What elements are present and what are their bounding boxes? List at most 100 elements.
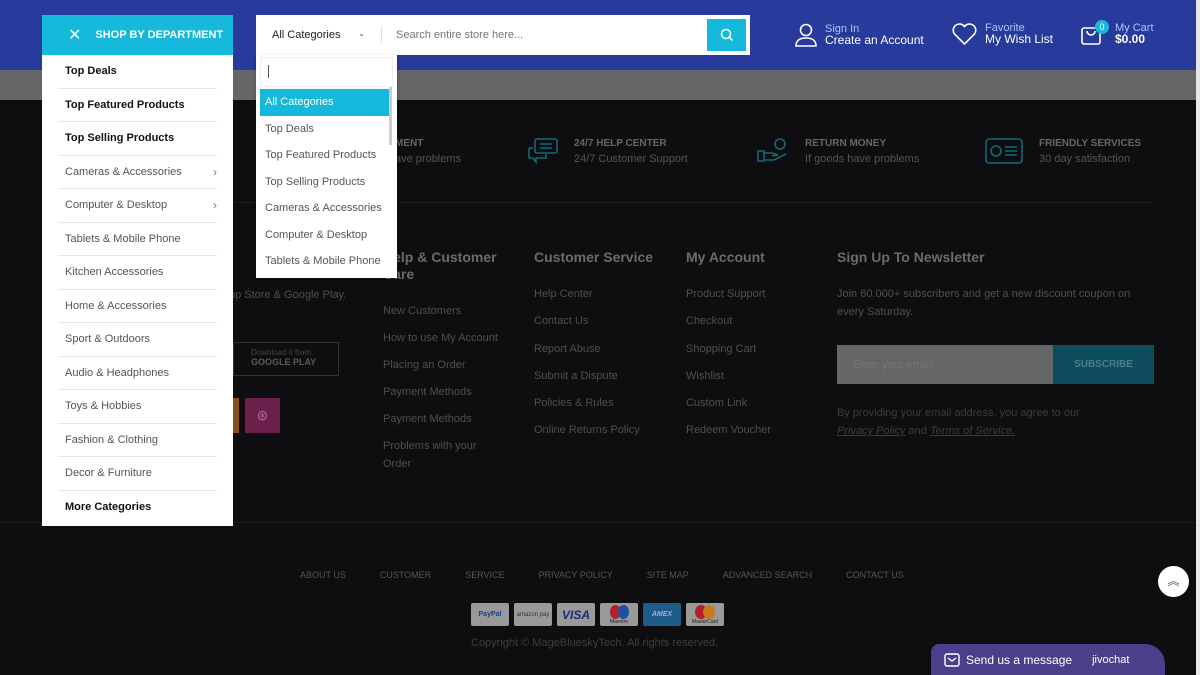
category-option[interactable]: Top Featured Products xyxy=(256,142,397,169)
footer-link[interactable]: Product Support xyxy=(686,285,826,303)
menu-item-label: Home & Accessories xyxy=(65,299,167,312)
menu-item[interactable]: Audio & Headphones xyxy=(58,357,217,390)
category-option[interactable]: Tablets & Mobile Phone xyxy=(256,248,397,275)
newsletter-note: By providing your email address, you agr… xyxy=(837,407,1080,419)
menu-item-label: Kitchen Accessories xyxy=(65,266,164,279)
footer-link[interactable]: Online Returns Policy xyxy=(534,421,674,439)
footer-link[interactable]: Placing an Order xyxy=(383,356,513,374)
menu-item[interactable]: Tablets & Mobile Phone xyxy=(58,223,217,256)
menu-item-label: Toys & Hobbies xyxy=(65,400,142,413)
footer-link[interactable]: Redeem Voucher xyxy=(686,421,826,439)
and-text: and xyxy=(908,425,927,437)
visa-icon: VISA xyxy=(557,603,595,626)
footer-link[interactable]: Policies & Rules xyxy=(534,394,674,412)
chat-widget[interactable]: Send us a message jivochat xyxy=(931,644,1165,675)
newsletter: Sign Up To Newsletter Join 60.000+ subsc… xyxy=(837,249,1154,440)
dropdown-scrollbar[interactable] xyxy=(389,87,392,145)
footer-link[interactable]: Wishlist xyxy=(686,367,826,385)
menu-item[interactable]: Home & Accessories xyxy=(58,290,217,323)
footer-link[interactable]: Custom Link xyxy=(686,394,826,412)
footer-link[interactable]: Submit a Dispute xyxy=(534,367,674,385)
menu-item[interactable]: Toys & Hobbies xyxy=(58,390,217,424)
menu-item-label: Top Selling Products xyxy=(65,132,175,145)
category-option[interactable]: Top Deals xyxy=(256,116,397,143)
terms-link[interactable]: Terms of Service. xyxy=(930,425,1015,437)
footer-link[interactable]: Payment Methods xyxy=(383,383,513,401)
bottom-link[interactable]: CONTACT US xyxy=(846,570,904,580)
amex-icon: AMEX xyxy=(643,603,681,626)
category-option[interactable]: Cameras & Accessories xyxy=(256,195,397,222)
search-icon xyxy=(720,28,733,42)
subscribe-button[interactable]: SUBSCRIBE xyxy=(1053,345,1154,384)
search-input[interactable] xyxy=(382,29,707,41)
category-option[interactable]: All Categories xyxy=(260,89,389,116)
scroll-top-button[interactable]: ︽ xyxy=(1158,566,1189,597)
search-button[interactable] xyxy=(707,19,746,51)
category-filter-input[interactable] xyxy=(260,57,393,87)
bottom-links: ABOUT US CUSTOMER SERVICE PRIVACY POLICY… xyxy=(300,570,904,580)
footer-link[interactable]: Shopping Cart xyxy=(686,340,826,358)
menu-item-label: Audio & Headphones xyxy=(65,366,169,379)
menu-item[interactable]: Kitchen Accessories xyxy=(58,256,217,290)
footer-link[interactable]: Help Center xyxy=(534,285,674,303)
footer-link[interactable]: How to use My Account xyxy=(383,329,513,347)
footer-link[interactable]: Report Abuse xyxy=(534,340,674,358)
app-store-text: pp Store & Google Play. xyxy=(229,289,347,301)
bottom-link[interactable]: SERVICE xyxy=(465,570,504,580)
menu-item[interactable]: Top Featured Products xyxy=(58,89,217,122)
feature-title: MENT xyxy=(395,138,424,149)
page-scrollbar[interactable] xyxy=(1196,0,1200,675)
feature-sub: 24/7 Customer Support xyxy=(574,153,688,165)
bottom-link[interactable]: PRIVACY POLICY xyxy=(539,570,613,580)
footer-link[interactable]: New Customers xyxy=(383,302,513,320)
mail-icon xyxy=(944,652,960,667)
department-menu-header[interactable]: ✕ SHOP BY DEPARTMENT xyxy=(42,15,233,55)
google-play-button[interactable]: Download it from GOOGLE PLAY xyxy=(233,342,339,376)
category-option[interactable]: Computer & Desktop xyxy=(256,222,397,249)
chevron-right-icon: › xyxy=(213,164,217,179)
bottom-link[interactable]: ABOUT US xyxy=(300,570,346,580)
footer-link[interactable]: Checkout xyxy=(686,312,826,330)
feature-sub: ave problems xyxy=(395,153,462,165)
feature-title: RETURN MONEY xyxy=(805,138,887,149)
copyright: Copyright © MageBlueskyTech. All rights … xyxy=(471,637,719,649)
email-input[interactable] xyxy=(837,345,1053,384)
category-select[interactable]: All Categories ⌄ xyxy=(256,29,381,41)
feature-sub: If goods have problems xyxy=(805,153,920,165)
category-option[interactable]: Top Selling Products xyxy=(256,169,397,196)
menu-item[interactable]: More Categories xyxy=(58,491,217,525)
footer-link[interactable]: Payment Methods xyxy=(383,410,513,428)
bottom-link[interactable]: SITE MAP xyxy=(647,570,689,580)
cart-link[interactable]: My Cart $0.00 xyxy=(1081,23,1154,45)
chevron-down-icon: ⌄ xyxy=(358,29,365,38)
google-play-line2: GOOGLE PLAY xyxy=(251,357,317,367)
account-link[interactable]: Sign In Create an Account xyxy=(795,23,924,47)
footer-link[interactable]: Contact Us xyxy=(534,312,674,330)
menu-item-label: Computer & Desktop xyxy=(65,199,168,212)
dribbble-icon[interactable]: ⊛ xyxy=(245,398,280,433)
menu-item[interactable]: Top Deals xyxy=(58,55,217,89)
menu-item-label: Fashion & Clothing xyxy=(65,433,158,446)
mastercard-icon: MasterCard xyxy=(686,603,724,626)
menu-item[interactable]: Fashion & Clothing xyxy=(58,424,217,457)
menu-item[interactable]: Cameras & Accessories › xyxy=(58,156,217,189)
maestro-icon: Maestro xyxy=(600,603,638,626)
menu-item[interactable]: Top Selling Products xyxy=(58,122,217,156)
hand-coin-icon xyxy=(757,138,787,162)
id-card-icon xyxy=(985,138,1023,164)
col-title: My Account xyxy=(686,249,765,265)
privacy-policy-link[interactable]: Privacy Policy xyxy=(837,425,905,437)
wishlist-link[interactable]: Favorite My Wish List xyxy=(952,23,1053,45)
category-dropdown: All Categories Top Deals Top Featured Prod… xyxy=(256,55,397,278)
menu-item-label: Sport & Outdoors xyxy=(65,333,150,346)
menu-item-label: Top Featured Products xyxy=(65,98,185,111)
menu-item[interactable]: Decor & Furniture xyxy=(58,457,217,491)
payment-icons: PayPal amazon pay VISA Maestro AMEX Mast… xyxy=(471,603,724,626)
close-icon[interactable]: ✕ xyxy=(68,25,81,45)
menu-item[interactable]: Sport & Outdoors xyxy=(58,323,217,357)
heart-icon xyxy=(952,23,977,45)
menu-item[interactable]: Computer & Desktop › xyxy=(58,189,217,223)
bottom-link[interactable]: ADVANCED SEARCH xyxy=(723,570,812,580)
footer-link[interactable]: Problems with your Order xyxy=(383,437,493,473)
bottom-link[interactable]: CUSTOMER xyxy=(380,570,431,580)
